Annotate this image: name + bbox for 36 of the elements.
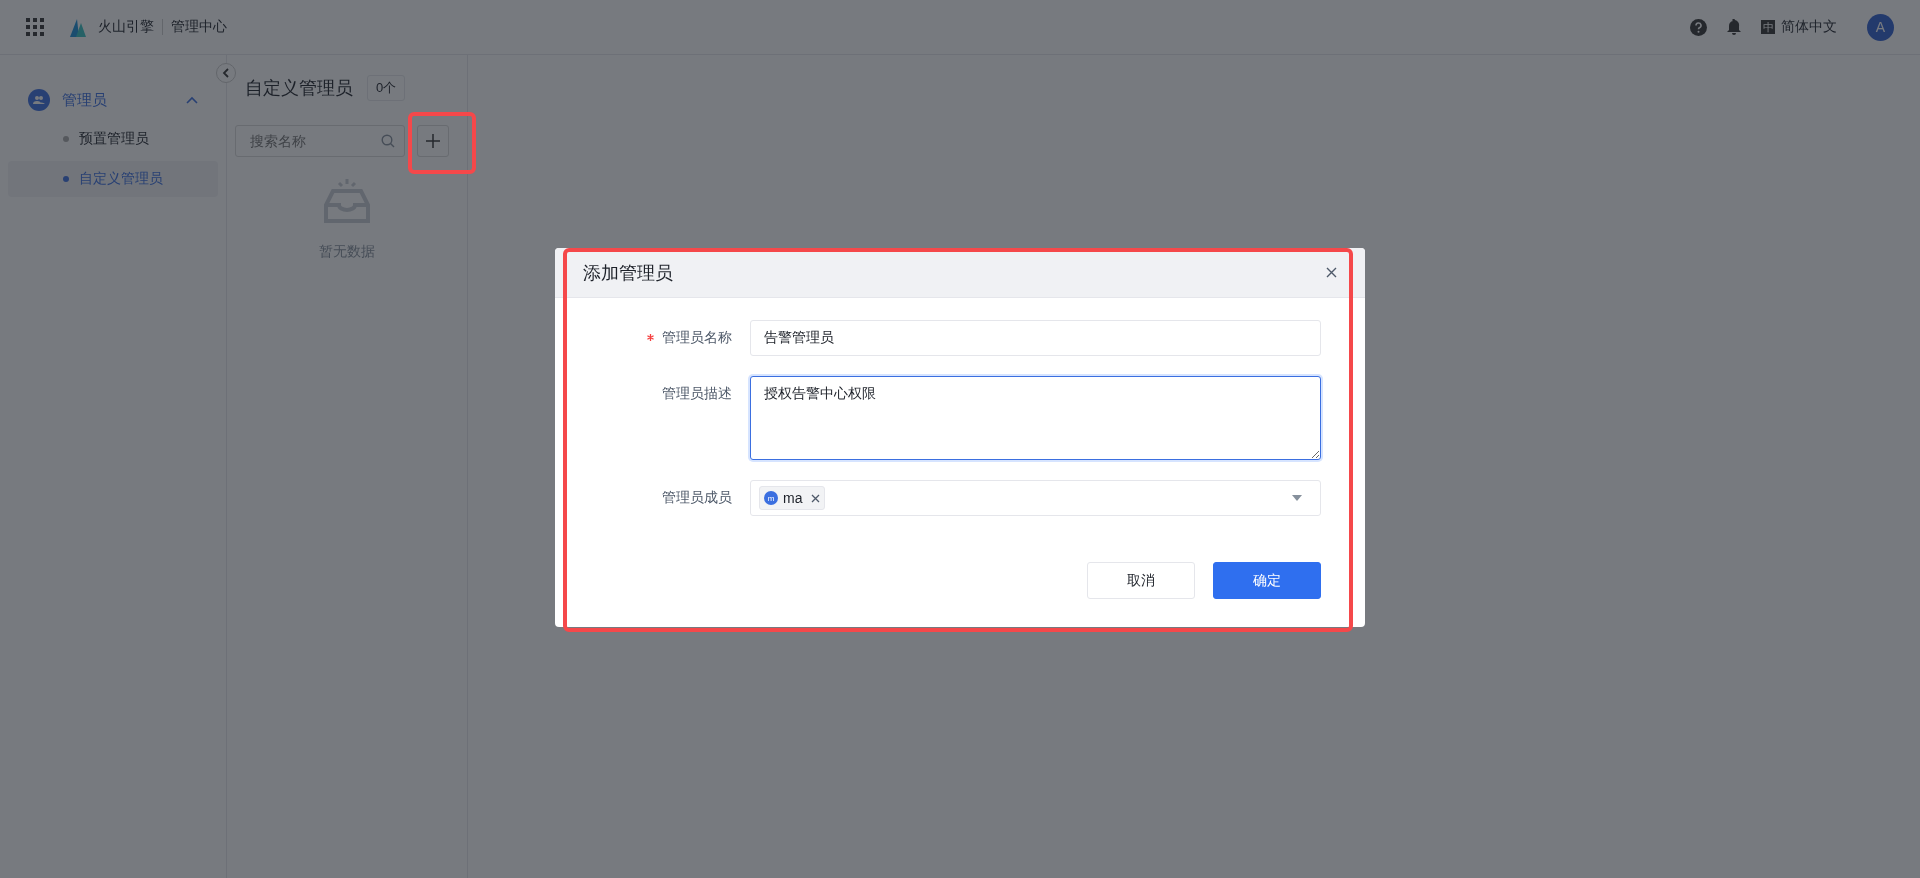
nav-item[interactable]: 预置管理员 [8, 121, 218, 157]
logo-icon [68, 17, 88, 37]
confirm-button[interactable]: 确定 [1213, 562, 1321, 599]
remove-icon[interactable] [811, 493, 821, 503]
panel-title: 自定义管理员 [245, 77, 353, 100]
name-input[interactable]: 告警管理员 [750, 320, 1321, 356]
plus-icon [426, 134, 440, 148]
field-label: 管理员描述 [662, 384, 732, 403]
required-asterisk-icon [647, 334, 654, 341]
product-name: 管理中心 [171, 18, 227, 36]
bell-icon[interactable] [1727, 19, 1741, 35]
close-button[interactable] [1326, 267, 1337, 278]
nav-group[interactable]: 管理员 [8, 83, 218, 117]
member-tag-label: ma [783, 490, 803, 506]
highlight-frame [408, 112, 476, 174]
users-icon [28, 89, 50, 111]
member-select[interactable]: m ma [750, 480, 1321, 516]
caret-down-icon [1292, 495, 1302, 501]
chevron-left-icon [222, 68, 230, 78]
add-button[interactable] [417, 125, 449, 157]
field-label: 管理员成员 [662, 488, 732, 507]
count-badge: 0个 [367, 75, 406, 101]
help-icon[interactable] [1690, 18, 1707, 36]
member-avatar: m [764, 491, 778, 505]
description-textarea[interactable]: 授权告警中心权限 [750, 376, 1321, 460]
user-avatar[interactable]: A [1867, 13, 1894, 41]
cancel-button[interactable]: 取消 [1087, 562, 1195, 599]
search-icon [381, 134, 395, 148]
language-label[interactable]: 简体中文 [1781, 18, 1837, 36]
brand-name: 火山引擎 [98, 18, 154, 36]
dialog-title: 添加管理员 [583, 261, 673, 285]
collapse-button[interactable] [216, 63, 236, 83]
field-label: 管理员名称 [662, 328, 732, 347]
app-grid-icon[interactable] [26, 18, 44, 36]
language-badge: 中 [1761, 20, 1775, 34]
nav-group-label: 管理员 [62, 90, 107, 110]
